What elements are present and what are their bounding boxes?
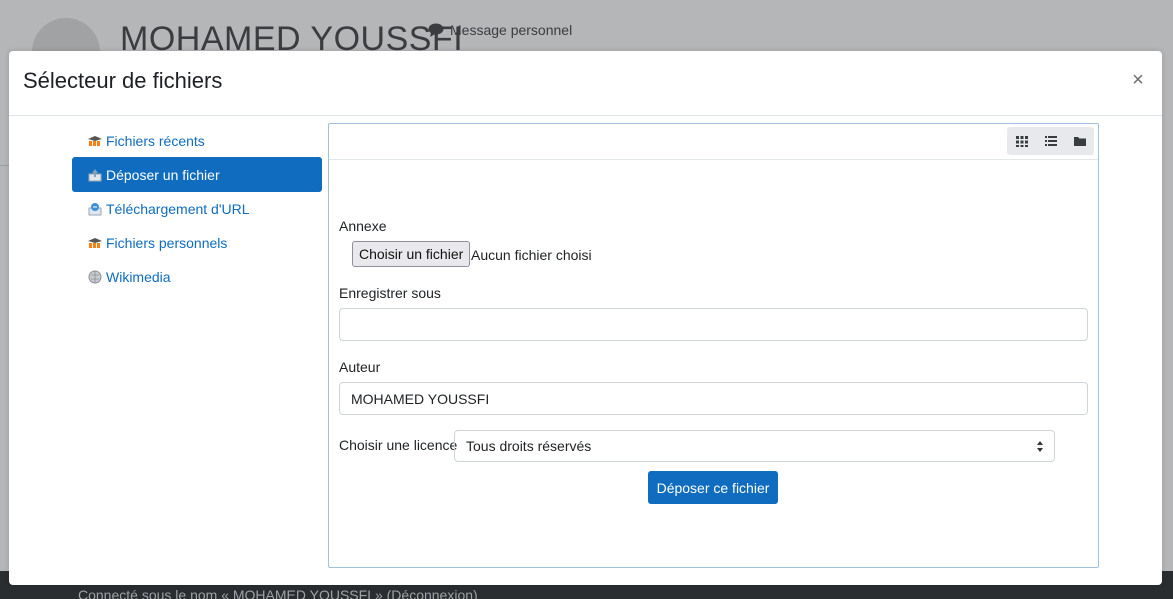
folder-view-icon <box>1073 137 1086 146</box>
repo-label: Téléchargement d'URL <box>106 200 250 217</box>
save-as-label: Enregistrer sous <box>339 285 441 301</box>
file-picker-modal: Sélecteur de fichiers × Fichiers récents… <box>9 51 1162 585</box>
upload-icon <box>87 167 103 183</box>
view-toolbar <box>329 124 1098 160</box>
upload-submit-button[interactable]: Déposer ce fichier <box>648 471 778 504</box>
repo-wikimedia[interactable]: Wikimedia <box>72 259 322 294</box>
license-select[interactable]: Tous droits réservés <box>454 430 1055 462</box>
repo-label: Fichiers récents <box>106 132 205 149</box>
attachment-label: Annexe <box>339 218 387 234</box>
repo-label: Fichiers personnels <box>106 234 228 251</box>
list-view-icon <box>1044 136 1057 146</box>
no-file-chosen-text: Aucun fichier choisi <box>471 247 592 263</box>
license-selected-value: Tous droits réservés <box>466 438 592 454</box>
author-input[interactable] <box>339 382 1088 415</box>
author-label: Auteur <box>339 359 381 375</box>
comment-icon <box>428 23 444 37</box>
list-view-button[interactable] <box>1036 127 1065 155</box>
close-button[interactable]: × <box>1128 69 1148 91</box>
choose-file-button[interactable]: Choisir un fichier <box>352 241 471 267</box>
moodle-icon <box>87 133 103 149</box>
file-picker-panel: Annexe Choisir un fichier Aucun fichier … <box>328 123 1099 568</box>
url-download-icon <box>87 201 103 217</box>
repo-upload-file[interactable]: Déposer un fichier <box>72 157 322 192</box>
message-link-label: Message personnel <box>450 22 573 38</box>
view-switcher <box>1007 127 1094 155</box>
wikimedia-icon <box>87 269 103 285</box>
repo-recent-files[interactable]: Fichiers récents <box>72 123 322 158</box>
repo-private-files[interactable]: Fichiers personnels <box>72 225 322 260</box>
save-as-input[interactable] <box>339 308 1088 341</box>
modal-title: Sélecteur de fichiers <box>23 68 223 93</box>
footer-login-info: Connecté sous le nom « MOHAMED YOUSSFI »… <box>78 587 478 599</box>
repo-label: Déposer un fichier <box>106 166 220 183</box>
message-link: Message personnel <box>428 22 572 38</box>
repo-label: Wikimedia <box>106 268 171 285</box>
grid-view-icon <box>1015 136 1028 147</box>
grid-view-button[interactable] <box>1007 127 1036 155</box>
select-arrows-icon <box>1037 441 1043 452</box>
moodle-icon <box>87 235 103 251</box>
modal-header: Sélecteur de fichiers × <box>9 51 1162 116</box>
repo-url-download[interactable]: Téléchargement d'URL <box>72 191 322 226</box>
license-label: Choisir une licence <box>339 437 458 453</box>
repository-list: Fichiers récents Déposer un fichier Télé… <box>72 123 322 293</box>
folder-view-button[interactable] <box>1065 127 1094 155</box>
